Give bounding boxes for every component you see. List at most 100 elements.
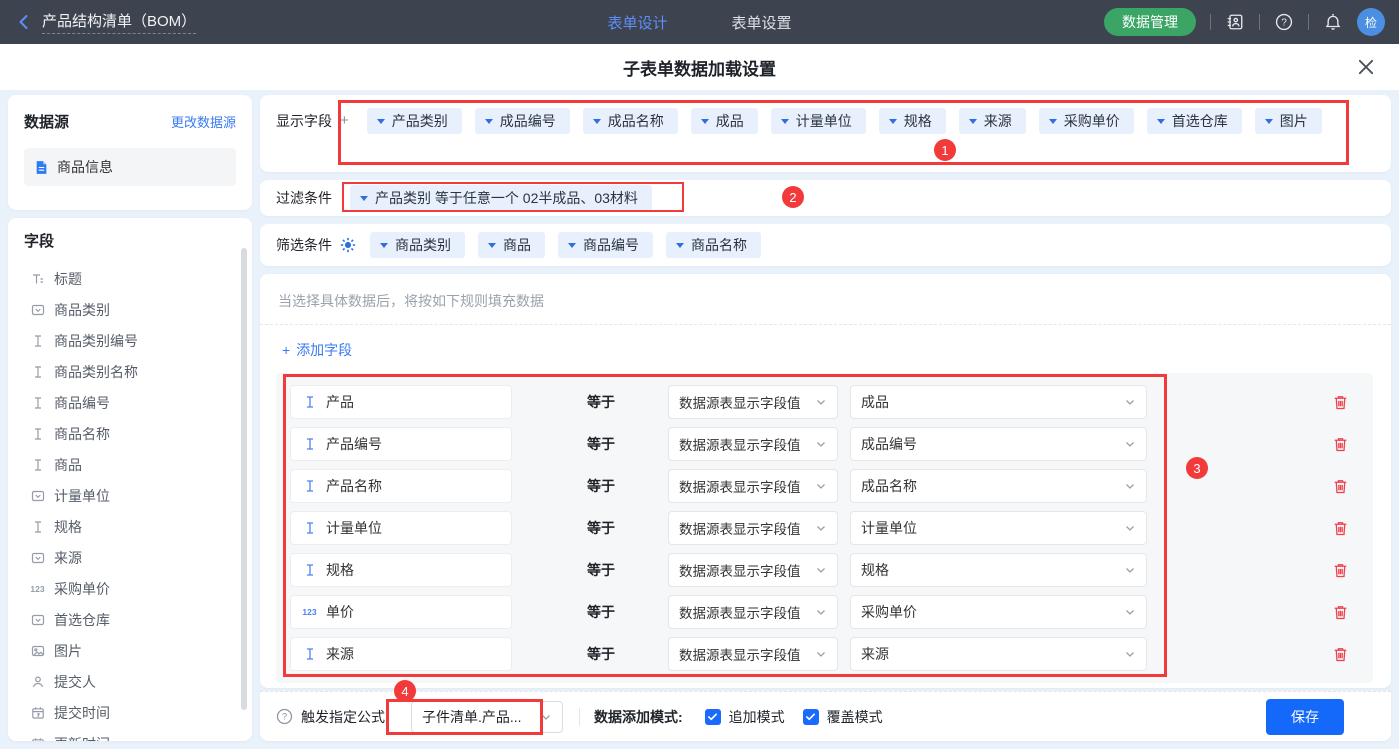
- screen-condition-tag[interactable]: 商品编号: [558, 232, 653, 258]
- image-field-icon: [30, 643, 45, 658]
- rule-source-select[interactable]: 数据源表显示字段值: [668, 595, 838, 629]
- notification-bell-icon[interactable]: [1323, 12, 1343, 32]
- sidebar-field-item[interactable]: 规格: [24, 511, 236, 542]
- rule-field-select[interactable]: 计量单位: [290, 511, 512, 545]
- sidebar-field-item[interactable]: 计量单位: [24, 480, 236, 511]
- sidebar-field-item[interactable]: 商品名称: [24, 418, 236, 449]
- trash-icon[interactable]: [1332, 604, 1349, 621]
- rule-source-select[interactable]: 数据源表显示字段值: [668, 427, 838, 461]
- filter-condition-row: 过滤条件 产品类别 等于任意一个 02半成品、03材料: [260, 180, 1391, 216]
- screen-condition-tag[interactable]: 商品名称: [666, 232, 761, 258]
- question-circle-icon[interactable]: ?: [276, 708, 293, 725]
- rule-source-select[interactable]: 数据源表显示字段值: [668, 469, 838, 503]
- display-field-tag[interactable]: 成品编号: [475, 108, 570, 134]
- trash-icon[interactable]: [1332, 520, 1349, 537]
- sidebar-field-item[interactable]: 提交人: [24, 666, 236, 697]
- tag-label: 商品名称: [691, 235, 747, 255]
- rule-value-select[interactable]: 采购单价: [850, 595, 1147, 629]
- datasource-heading: 数据源: [24, 111, 69, 132]
- screen-condition-tag[interactable]: 商品: [478, 232, 545, 258]
- rule-value-select[interactable]: 计量单位: [850, 511, 1147, 545]
- text-field-icon: [30, 364, 45, 379]
- sidebar-field-item[interactable]: 商品类别名称: [24, 356, 236, 387]
- back-button[interactable]: [16, 14, 32, 30]
- rule-value-select[interactable]: 成品名称: [850, 469, 1147, 503]
- datasource-item[interactable]: 商品信息: [24, 148, 236, 186]
- display-field-tag[interactable]: 产品类别: [367, 108, 462, 134]
- trash-icon[interactable]: [1332, 394, 1349, 411]
- add-field-button[interactable]: +添加字段: [282, 340, 352, 360]
- sidebar-field-item[interactable]: 更新时间: [24, 728, 236, 741]
- user-avatar[interactable]: 检: [1357, 8, 1385, 36]
- number-field-icon: 123: [302, 605, 317, 620]
- field-label: 规格: [54, 517, 82, 537]
- address-book-icon[interactable]: [1225, 12, 1245, 32]
- display-field-tag[interactable]: 规格: [879, 108, 946, 134]
- add-display-field-icon[interactable]: +: [340, 108, 349, 159]
- rule-field-select[interactable]: 产品: [290, 385, 512, 419]
- rule-row: 产品编号 等于 数据源表显示字段值 成品编号: [288, 427, 1361, 461]
- sidebar-field-item[interactable]: 图片: [24, 635, 236, 666]
- tag-label: 图片: [1280, 111, 1308, 131]
- rule-source-select[interactable]: 数据源表显示字段值: [668, 637, 838, 671]
- display-field-tag[interactable]: 成品: [691, 108, 758, 134]
- rule-field-select[interactable]: 产品名称: [290, 469, 512, 503]
- rule-value-select[interactable]: 成品编号: [850, 427, 1147, 461]
- divider: [1308, 14, 1309, 30]
- change-datasource-link[interactable]: 更改数据源: [171, 112, 236, 131]
- rule-field-label: 来源: [326, 644, 354, 664]
- plus-icon: +: [282, 342, 290, 358]
- rule-source-select[interactable]: 数据源表显示字段值: [668, 511, 838, 545]
- field-label: 图片: [54, 641, 82, 661]
- number-field-icon: 123: [30, 581, 45, 596]
- trash-icon[interactable]: [1332, 646, 1349, 663]
- sidebar-field-item[interactable]: 商品类别: [24, 294, 236, 325]
- help-icon[interactable]: ?: [1274, 12, 1294, 32]
- save-button[interactable]: 保存: [1266, 699, 1344, 735]
- data-manage-button[interactable]: 数据管理: [1104, 8, 1196, 36]
- gear-icon[interactable]: [340, 237, 356, 253]
- sidebar-field-item[interactable]: 提交时间: [24, 697, 236, 728]
- fields-heading: 字段: [24, 233, 54, 250]
- rule-value-select[interactable]: 来源: [850, 637, 1147, 671]
- screen-condition-tag[interactable]: 商品类别: [370, 232, 465, 258]
- scrollbar-thumb[interactable]: [241, 248, 247, 710]
- display-field-tag[interactable]: 成品名称: [583, 108, 678, 134]
- field-label: 商品类别名称: [54, 362, 138, 382]
- sidebar-field-item[interactable]: 首选仓库: [24, 604, 236, 635]
- caret-down-icon: [568, 243, 576, 248]
- user-field-icon: [30, 674, 45, 689]
- sidebar-field-item[interactable]: 标题: [24, 263, 236, 294]
- display-field-tag[interactable]: 图片: [1255, 108, 1322, 134]
- rule-field-select[interactable]: 产品编号: [290, 427, 512, 461]
- sidebar-field-item[interactable]: 123 采购单价: [24, 573, 236, 604]
- sidebar-field-item[interactable]: 商品类别编号: [24, 325, 236, 356]
- tab-form-design[interactable]: 表单设计: [607, 12, 667, 33]
- trash-icon[interactable]: [1332, 436, 1349, 453]
- date-field-icon: [30, 705, 45, 720]
- sidebar-field-item[interactable]: 商品编号: [24, 387, 236, 418]
- rule-source-select[interactable]: 数据源表显示字段值: [668, 385, 838, 419]
- rule-field-select[interactable]: 规格: [290, 553, 512, 587]
- trigger-formula-select[interactable]: 子件清单.产品...: [411, 701, 563, 733]
- display-field-tag[interactable]: 采购单价: [1039, 108, 1134, 134]
- trash-icon[interactable]: [1332, 478, 1349, 495]
- close-icon[interactable]: [1357, 58, 1375, 76]
- rule-field-select[interactable]: 123 单价: [290, 595, 512, 629]
- sidebar-field-item[interactable]: 商品: [24, 449, 236, 480]
- display-field-tag[interactable]: 计量单位: [771, 108, 866, 134]
- append-mode-checkbox[interactable]: 追加模式: [705, 707, 785, 727]
- display-field-tag[interactable]: 来源: [959, 108, 1026, 134]
- chevron-down-icon: [815, 396, 827, 408]
- overwrite-mode-checkbox[interactable]: 覆盖模式: [803, 707, 883, 727]
- rule-source-select[interactable]: 数据源表显示字段值: [668, 553, 838, 587]
- sidebar-field-item[interactable]: 来源: [24, 542, 236, 573]
- trash-icon[interactable]: [1332, 562, 1349, 579]
- rule-field-select[interactable]: 来源: [290, 637, 512, 671]
- rule-value-select[interactable]: 规格: [850, 553, 1147, 587]
- rule-value-select[interactable]: 成品: [850, 385, 1147, 419]
- filter-condition-tag[interactable]: 产品类别 等于任意一个 02半成品、03材料: [350, 185, 652, 211]
- tab-form-settings[interactable]: 表单设置: [732, 12, 792, 33]
- display-field-tag[interactable]: 首选仓库: [1147, 108, 1242, 134]
- tag-label: 商品类别: [395, 235, 451, 255]
